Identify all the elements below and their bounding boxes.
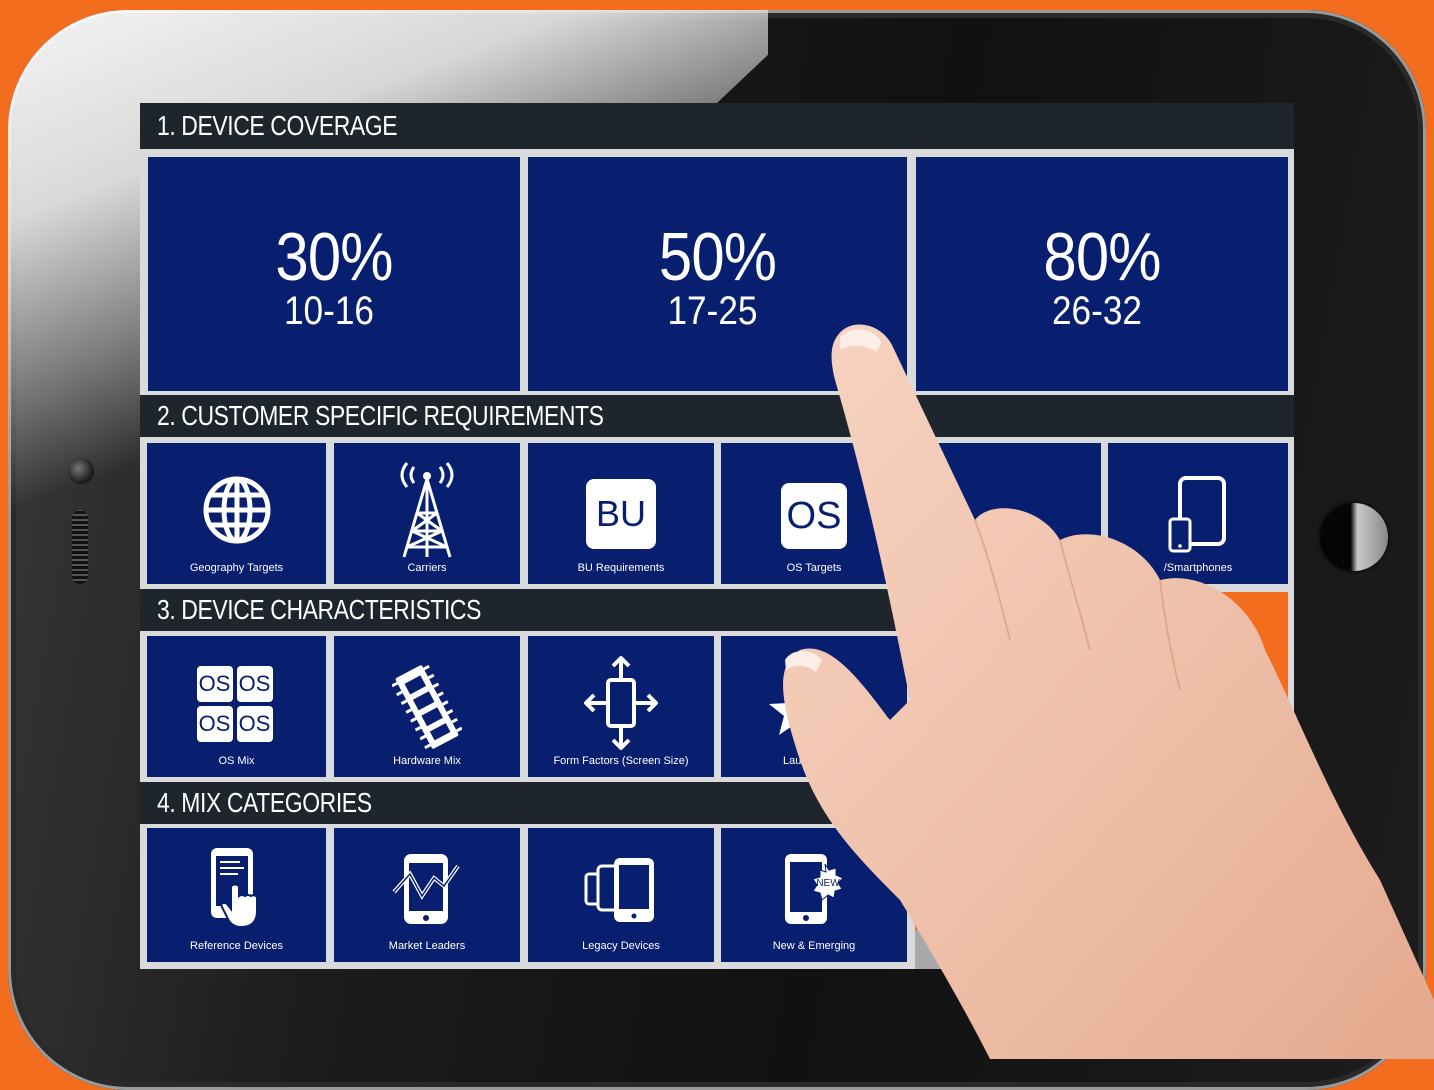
bu-badge-text: BU <box>595 493 646 534</box>
coverage-tile-3[interactable]: 80% 26-32 <box>916 157 1288 391</box>
tile-label: Legacy Devices <box>582 940 660 952</box>
home-button[interactable] <box>1320 503 1388 571</box>
accent-panel <box>915 592 1288 930</box>
tile-label: Form Factors (Screen Size) <box>553 755 689 767</box>
bu-badge-icon: BU <box>586 479 656 549</box>
tile-label: Hardware Mix <box>393 755 461 767</box>
tile-label: Geography Targets <box>189 562 284 574</box>
camera-icon <box>68 458 94 484</box>
memory-chip-icon <box>392 664 462 750</box>
tile-label: /Smartphones <box>1163 562 1233 574</box>
tile-label: New & Emerging <box>772 940 856 952</box>
coverage-range: 26-32 <box>1051 289 1143 333</box>
tile-os-mix[interactable]: OS OS OS OS OS Mix <box>147 636 326 777</box>
tile-label: Reference Devices <box>190 940 283 952</box>
speaker-grille <box>72 510 88 584</box>
gray-panel <box>915 930 1288 969</box>
tile-form-factors[interactable]: Form Factors (Screen Size) <box>528 636 714 777</box>
star-icon <box>769 685 822 735</box>
stacked-phones-icon <box>584 858 654 922</box>
svg-text:NEW: NEW <box>816 878 840 889</box>
tile-bu-requirements[interactable]: BU BU Requirements <box>528 443 714 584</box>
coverage-range: 17-25 <box>667 289 758 333</box>
section-header-device-characteristics: 3. DEVICE CHARACTERISTICS <box>140 589 907 631</box>
tile-geography-targets[interactable]: Geography Targets <box>147 443 326 584</box>
os-badge-icon: OS <box>781 483 847 549</box>
tile-hardware-mix[interactable]: Hardware Mix <box>334 636 520 777</box>
phone-trend-icon <box>392 854 460 924</box>
phone-touch-icon <box>210 848 258 929</box>
dashboard-screen: 1. DEVICE COVERAGE 30% 10-16 50% 17-25 8… <box>140 103 1294 969</box>
tile-label: Launch <box>783 755 820 767</box>
tile-new-emerging[interactable]: NEW New & Emerging <box>721 828 907 962</box>
section-header-mix-categories: 4. MIX CATEGORIES <box>140 782 907 824</box>
cell-tower-icon <box>400 462 454 558</box>
os-badge-text: OS <box>786 495 842 537</box>
tile-carriers[interactable]: Carriers <box>334 443 520 584</box>
coverage-range: 10-16 <box>283 289 375 333</box>
section-header-customer-requirements: 2. CUSTOMER SPECIFIC REQUIREMENTS <box>140 395 1294 437</box>
tablet-phone-icon <box>1168 476 1226 553</box>
coverage-percent: 80% <box>1043 219 1161 295</box>
tile-reference-devices[interactable]: Reference Devices <box>147 828 326 962</box>
coverage-percent: 50% <box>658 219 777 295</box>
tile-market-leaders[interactable]: Market Leaders <box>334 828 520 962</box>
tile-legacy-devices[interactable]: Legacy Devices <box>528 828 714 962</box>
tile-label: OS Mix <box>218 755 255 767</box>
globe-icon <box>203 476 270 544</box>
tile-label: OS Targets <box>786 562 842 574</box>
os-grid-icon: OS OS OS OS <box>196 666 277 746</box>
tile-tablets-smartphones[interactable]: /Smartphones <box>1108 443 1288 584</box>
tile-label: Market Leaders <box>388 940 466 952</box>
phone-new-icon: NEW <box>785 854 844 924</box>
coverage-tile-2[interactable]: 50% 17-25 <box>528 157 907 391</box>
section-header-device-coverage: 1. DEVICE COVERAGE <box>140 103 1294 149</box>
tile-label: BU Requirements <box>577 562 665 574</box>
coverage-percent: 30% <box>275 219 393 295</box>
coverage-tile-1[interactable]: 30% 10-16 <box>148 157 520 391</box>
tile-label: Carriers <box>407 562 447 574</box>
tile-os-targets[interactable]: OS OS Targets <box>721 443 907 584</box>
tile-partial-hidden[interactable] <box>915 443 1101 584</box>
tile-launch[interactable]: Launch <box>721 636 907 777</box>
resize-arrows-icon <box>584 656 658 750</box>
